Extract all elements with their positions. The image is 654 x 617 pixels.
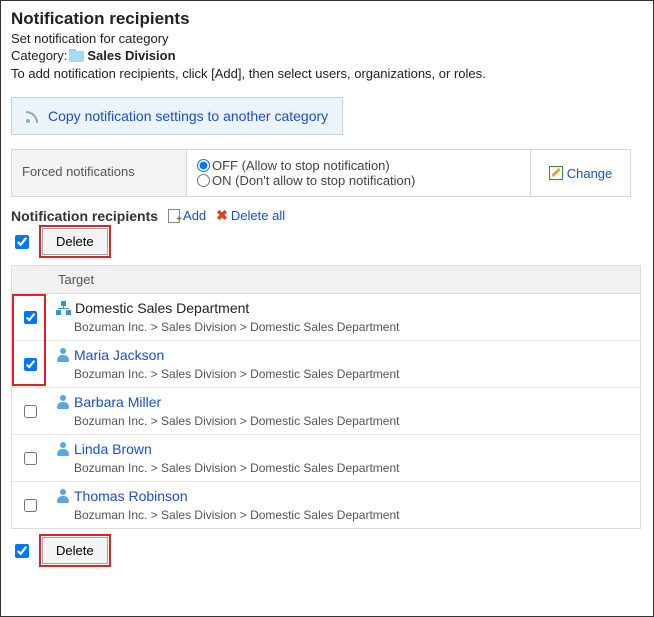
delete-all-label: Delete all — [231, 208, 285, 223]
copy-settings-label: Copy notification settings to another ca… — [48, 108, 328, 124]
top-toolbar: Delete — [11, 228, 643, 255]
table-row: Domestic Sales Department Bozuman Inc. > … — [12, 294, 641, 341]
row-head: Thomas Robinson — [56, 488, 632, 504]
add-label: Add — [183, 208, 206, 223]
x-icon: ✖ — [216, 207, 228, 224]
forced-off-option[interactable]: OFF (Allow to stop notification) — [197, 158, 520, 173]
instruction-text: To add notification recipients, click [A… — [11, 66, 643, 81]
add-link[interactable]: Add — [168, 208, 206, 223]
delete-all-link[interactable]: ✖ Delete all — [216, 207, 285, 224]
add-icon — [168, 209, 180, 223]
target-path: Bozuman Inc. > Sales Division > Domestic… — [74, 461, 632, 475]
pencil-icon — [549, 166, 563, 180]
forced-label: Forced notifications — [12, 150, 187, 196]
target-path: Bozuman Inc. > Sales Division > Domestic… — [74, 508, 632, 522]
row-check-cell — [12, 435, 49, 482]
target-path: Bozuman Inc. > Sales Division > Domestic… — [74, 320, 632, 334]
row-checkbox[interactable] — [24, 405, 37, 418]
row-check-cell — [12, 388, 49, 435]
target-user-link[interactable]: Barbara Miller — [74, 394, 161, 410]
row-target-cell: Domestic Sales Department Bozuman Inc. > … — [48, 294, 641, 341]
table-row: Maria Jackson Bozuman Inc. > Sales Divisi… — [12, 341, 641, 388]
page-container: Notification recipients Set notification… — [0, 0, 654, 617]
row-check-cell — [12, 294, 49, 341]
forced-off-radio[interactable] — [197, 159, 210, 172]
page-title: Notification recipients — [11, 9, 643, 29]
forced-notifications-panel: Forced notifications OFF (Allow to stop … — [11, 149, 631, 197]
table-row: Barbara Miller Bozuman Inc. > Sales Divis… — [12, 388, 641, 435]
recipients-table: Target Domestic Sales Department Bozuman … — [11, 265, 641, 529]
select-all-bottom[interactable] — [15, 544, 29, 558]
user-icon — [56, 395, 70, 409]
row-checkbox[interactable] — [24, 499, 37, 512]
forced-on-option[interactable]: ON (Don't allow to stop notification) — [197, 173, 520, 188]
target-user-link[interactable]: Maria Jackson — [74, 347, 164, 363]
row-target-cell: Maria Jackson Bozuman Inc. > Sales Divisi… — [48, 341, 641, 388]
row-check-cell — [12, 341, 49, 388]
row-check-cell — [12, 482, 49, 529]
forced-off-label: OFF (Allow to stop notification) — [212, 158, 390, 173]
category-label: Category: — [11, 48, 67, 63]
row-head: Maria Jackson — [56, 347, 632, 363]
row-head: Linda Brown — [56, 441, 632, 457]
table-row: Thomas Robinson Bozuman Inc. > Sales Divi… — [12, 482, 641, 529]
row-head: Domestic Sales Department — [56, 300, 632, 316]
org-icon — [56, 301, 71, 315]
broadcast-icon — [26, 109, 42, 123]
table-row: Linda Brown Bozuman Inc. > Sales Division… — [12, 435, 641, 482]
target-org-name: Domestic Sales Department — [75, 300, 249, 316]
row-target-cell: Thomas Robinson Bozuman Inc. > Sales Divi… — [48, 482, 641, 529]
category-name: Sales Division — [87, 48, 175, 63]
copy-settings-link[interactable]: Copy notification settings to another ca… — [11, 97, 343, 135]
forced-change-label: Change — [567, 166, 613, 181]
recipients-header: Notification recipients Add ✖ Delete all — [11, 207, 643, 224]
category-line: Category: Sales Division — [11, 48, 643, 63]
forced-options: OFF (Allow to stop notification) ON (Don… — [187, 150, 530, 196]
target-path: Bozuman Inc. > Sales Division > Domestic… — [74, 414, 632, 428]
col-target: Target — [48, 266, 641, 294]
delete-button-bottom[interactable]: Delete — [42, 537, 108, 564]
user-icon — [56, 489, 70, 503]
row-checkbox[interactable] — [24, 452, 37, 465]
user-icon — [56, 348, 70, 362]
target-path: Bozuman Inc. > Sales Division > Domestic… — [74, 367, 632, 381]
bottom-toolbar: Delete — [11, 537, 643, 564]
row-checkbox[interactable] — [24, 311, 37, 324]
target-user-link[interactable]: Thomas Robinson — [74, 488, 188, 504]
page-subtitle: Set notification for category — [11, 31, 643, 46]
recipients-title: Notification recipients — [11, 208, 158, 224]
row-target-cell: Barbara Miller Bozuman Inc. > Sales Divis… — [48, 388, 641, 435]
folder-icon — [69, 49, 85, 62]
row-target-cell: Linda Brown Bozuman Inc. > Sales Division… — [48, 435, 641, 482]
user-icon — [56, 442, 70, 456]
target-user-link[interactable]: Linda Brown — [74, 441, 152, 457]
col-check — [12, 266, 49, 294]
delete-button-top[interactable]: Delete — [42, 228, 108, 255]
row-checkbox[interactable] — [24, 358, 37, 371]
select-all-top[interactable] — [15, 235, 29, 249]
forced-on-label: ON (Don't allow to stop notification) — [212, 173, 415, 188]
forced-change-link[interactable]: Change — [530, 150, 630, 196]
forced-on-radio[interactable] — [197, 174, 210, 187]
row-head: Barbara Miller — [56, 394, 632, 410]
